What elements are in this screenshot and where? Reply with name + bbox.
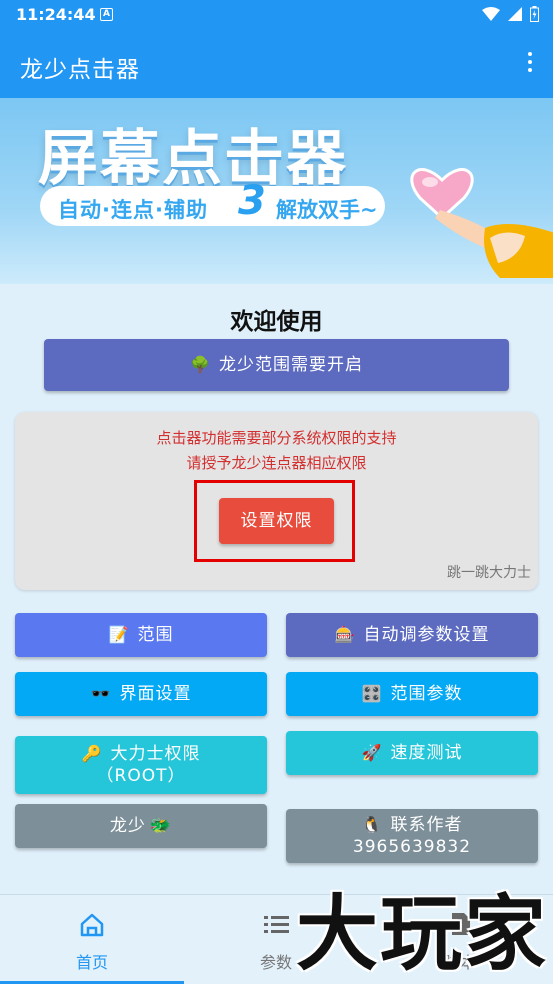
- ui-settings-button[interactable]: 🕶️ 界面设置: [15, 672, 267, 716]
- range-enable-label: 龙少范围需要开启: [218, 355, 363, 375]
- contact-author-button[interactable]: 🐧 联系作者 3965639832: [286, 809, 538, 863]
- contact-author-title: 🐧 联系作者: [362, 814, 463, 836]
- contact-number: 3965639832: [352, 837, 472, 857]
- status-bar: 11:24:44 A: [0, 0, 553, 30]
- site-watermark: 大玩家: [296, 886, 549, 982]
- banner-tagline-right: 解放双手~: [276, 198, 378, 222]
- welcome-title: 欢迎使用: [230, 309, 323, 335]
- auto-tune-label: 自动调参数设置: [363, 625, 490, 645]
- speed-test-button[interactable]: 🚀 速度测试: [286, 731, 538, 775]
- sunglasses-icon: 🕶️: [90, 684, 112, 703]
- status-time: 11:24:44: [16, 5, 96, 24]
- ui-settings-label: 界面设置: [119, 684, 192, 704]
- root-permission-button[interactable]: 🔑 大力士权限 （ROOT）: [15, 736, 267, 794]
- promo-banner: 屏幕点击器 自动·连点·辅助 3 解放双手~: [0, 98, 553, 284]
- banner-tagline-left: 自动·连点·辅助: [58, 198, 208, 222]
- card-watermark: 跳一跳大力士: [447, 565, 531, 581]
- signal-icon: [508, 7, 522, 21]
- permission-notice-line2: 请授予龙少连点器相应权限: [186, 454, 367, 472]
- memo-icon: 📝: [108, 625, 130, 644]
- dragon-icon: 🐲: [149, 816, 173, 836]
- key-icon: 🔑: [81, 744, 103, 763]
- range-params-label: 范围参数: [390, 684, 463, 704]
- notification-icon: A: [100, 8, 113, 21]
- penguin-icon: 🐧: [361, 815, 383, 834]
- root-permission-title: 🔑 大力士权限: [82, 743, 201, 765]
- range-label: 范围: [137, 625, 174, 645]
- longshao-label: 龙少: [109, 816, 146, 836]
- range-enable-button[interactable]: 🌳 龙少范围需要开启: [44, 339, 509, 391]
- auto-tune-settings-button[interactable]: 🎰 自动调参数设置: [286, 613, 538, 657]
- heart-hand-illustration: [410, 168, 553, 278]
- more-vert-icon[interactable]: [525, 52, 535, 76]
- root-permission-sub: （ROOT）: [96, 766, 186, 786]
- home-icon: [80, 913, 104, 937]
- banner-tagline-number: 3: [238, 178, 266, 224]
- slot-machine-icon: 🎰: [334, 625, 356, 644]
- nav-home[interactable]: 首页: [0, 895, 184, 984]
- set-permission-button[interactable]: 设置权限: [219, 498, 334, 544]
- longshao-button[interactable]: 龙少 🐲: [15, 804, 267, 848]
- permission-notice-line1: 点击器功能需要部分系统权限的支持: [156, 429, 397, 447]
- tree-icon: 🌳: [190, 355, 211, 374]
- range-button[interactable]: 📝 范围: [15, 613, 267, 657]
- contact-author-label: 联系作者: [390, 815, 463, 835]
- battery-icon: [530, 6, 539, 22]
- banner-headline: 屏幕点击器: [38, 124, 348, 194]
- control-knobs-icon: 🎛️: [361, 684, 383, 703]
- speed-test-label: 速度测试: [390, 743, 463, 763]
- app-title: 龙少点击器: [20, 57, 140, 83]
- range-params-button[interactable]: 🎛️ 范围参数: [286, 672, 538, 716]
- app-bar: 龙少点击器: [0, 30, 553, 98]
- rocket-icon: 🚀: [361, 743, 383, 762]
- system-icons: [482, 6, 539, 22]
- root-permission-label: 大力士权限: [110, 744, 201, 764]
- wifi-icon: [482, 7, 500, 21]
- nav-home-label: 首页: [75, 953, 108, 972]
